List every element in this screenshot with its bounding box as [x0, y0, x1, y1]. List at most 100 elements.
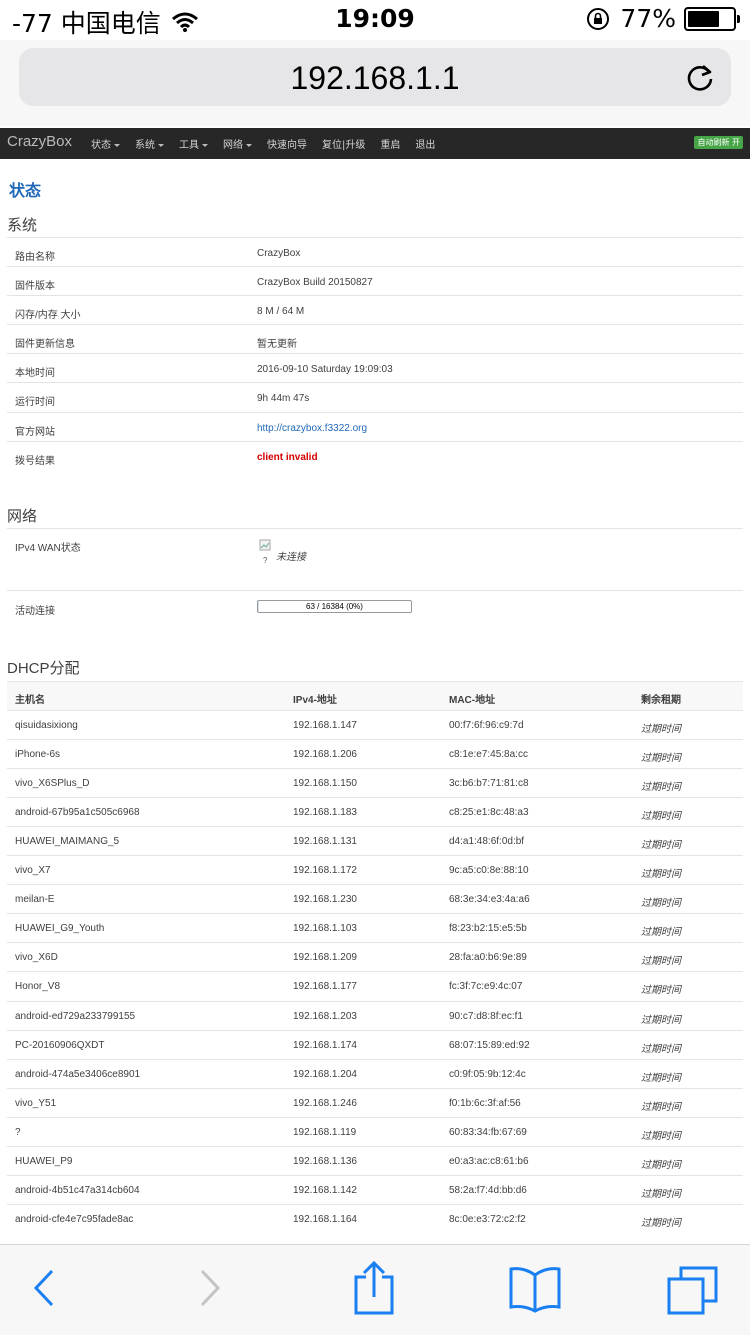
nav-menu: 状态 系统 工具 网络 快速向导 复位|升级 重启 退出 [91, 136, 450, 151]
table-row: android-4b51c47a314cb604 192.168.1.142 58:… [7, 1175, 743, 1205]
cell-lease: 过期时间 [641, 1044, 681, 1055]
system-row: 闪存/内存 大小 8 M / 64 M [7, 295, 743, 325]
system-row: 固件更新信息 暂无更新 [7, 324, 743, 354]
bookmarks-icon[interactable] [508, 1265, 562, 1313]
forward-icon[interactable] [198, 1265, 224, 1311]
table-row: ? 192.168.1.119 60:83:34:fb:67:69 过期时间 [7, 1117, 743, 1147]
browser-toolbar [0, 1244, 750, 1335]
cell-ipv4: 192.168.1.209 [293, 952, 357, 963]
cell-lease: 过期时间 [641, 840, 681, 851]
active-connections-row: 活动连接 63 / 16384 (0%) [7, 590, 743, 619]
official-site-link[interactable]: http://crazybox.f3322.org [257, 423, 367, 434]
tabs-icon[interactable] [666, 1265, 720, 1315]
cell-hostname: PC-20160906QXDT [15, 1040, 105, 1051]
router-navbar: CrazyBox 状态 系统 工具 网络 快速向导 复位|升级 重启 退出 自动… [0, 128, 750, 159]
cell-ipv4: 192.168.1.203 [293, 1011, 357, 1022]
cell-mac: f0:1b:6c:3f:af:56 [449, 1098, 521, 1109]
cell-hostname: HUAWEI_P9 [15, 1156, 73, 1167]
reload-icon[interactable] [685, 62, 715, 92]
cell-hostname: HUAWEI_G9_Youth [15, 923, 105, 934]
nav-item-logout[interactable]: 退出 [415, 136, 435, 151]
cell-lease: 过期时间 [641, 1073, 681, 1084]
cell-lease: 过期时间 [641, 956, 681, 967]
cell-ipv4: 192.168.1.119 [293, 1127, 357, 1138]
cell-lease: 过期时间 [641, 927, 681, 938]
system-section-title: 系统 [7, 217, 38, 234]
cell-ipv4: 192.168.1.174 [293, 1040, 357, 1051]
cell-mac: 60:83:34:fb:67:69 [449, 1127, 527, 1138]
battery-area: 77% [586, 4, 740, 33]
cell-hostname: vivo_X7 [15, 865, 51, 876]
cell-ipv4: 192.168.1.147 [293, 720, 357, 731]
cell-ipv4: 192.168.1.246 [293, 1098, 357, 1109]
table-row: android-67b95a1c505c6968 192.168.1.183 c8:… [7, 797, 743, 827]
cell-hostname: android-474a5e3406ce8901 [15, 1069, 141, 1080]
cell-hostname: qisuidasixiong [15, 720, 78, 731]
table-row: android-474a5e3406ce8901 192.168.1.204 c0:… [7, 1059, 743, 1089]
page-title: 状态 [9, 183, 42, 200]
cell-hostname: android-ed729a233799155 [15, 1011, 136, 1022]
table-row: vivo_X6D 192.168.1.209 28:fa:a0:b6:9e:89 过期… [7, 942, 743, 972]
nav-item-reset-upgrade[interactable]: 复位|升级 [322, 136, 365, 151]
nav-item-system[interactable]: 系统 [135, 136, 164, 151]
table-row: android-ed729a233799155 192.168.1.203 90:c… [7, 1001, 743, 1031]
table-row: vivo_X7 192.168.1.172 9c:a5:c0:8e:88:10 过期时… [7, 855, 743, 885]
cell-hostname: Honor_V8 [15, 981, 61, 992]
back-icon[interactable] [30, 1265, 56, 1311]
nav-item-tools[interactable]: 工具 [179, 136, 208, 151]
cell-lease: 过期时间 [641, 1189, 681, 1200]
nav-item-wizard[interactable]: 快速向导 [267, 136, 307, 151]
url-text[interactable]: 192.168.1.1 [19, 60, 731, 97]
table-row: HUAWEI_G9_Youth 192.168.1.103 f8:23:b2:15:… [7, 913, 743, 943]
address-bar-area: 192.168.1.1 [0, 40, 750, 126]
cell-mac: c8:1e:e7:45:8a:cc [449, 749, 528, 760]
cell-hostname: vivo_X6SPlus_D [15, 778, 90, 789]
wan-icon-fallback: ? [263, 556, 268, 565]
cell-lease: 过期时间 [641, 1218, 681, 1229]
table-row: qisuidasixiong 192.168.1.147 00:f7:6f:96:c… [7, 710, 743, 740]
table-row: vivo_X6SPlus_D 192.168.1.150 3c:b6:b7:71:8… [7, 768, 743, 798]
cell-mac: d4:a1:48:6f:0d:bf [449, 836, 525, 847]
cell-hostname: android-67b95a1c505c6968 [15, 807, 140, 818]
table-row: iPhone-6s 192.168.1.206 c8:1e:e7:45:8a:cc 过… [7, 739, 743, 769]
system-row: 运行时间 9h 44m 47s [7, 382, 743, 413]
nav-item-status[interactable]: 状态 [91, 136, 120, 151]
col-mac: MAC-地址 [449, 695, 496, 706]
orientation-lock-icon [587, 7, 610, 30]
cell-ipv4: 192.168.1.142 [293, 1185, 357, 1196]
cell-ipv4: 192.168.1.103 [293, 923, 357, 934]
dhcp-section-title: DHCP分配 [7, 660, 80, 677]
share-icon[interactable] [352, 1261, 396, 1315]
dial-result: client invalid [257, 452, 318, 463]
cell-ipv4: 192.168.1.204 [293, 1069, 357, 1080]
battery-icon [684, 6, 740, 31]
auto-refresh-toggle[interactable]: 自动刷新 开 [694, 136, 743, 149]
table-row: HUAWEI_MAIMANG_5 192.168.1.131 d4:a1:48:6f… [7, 826, 743, 856]
table-row: Honor_V8 192.168.1.177 fc:3f:7c:e9:4c:07 过期… [7, 971, 743, 1001]
cell-ipv4: 192.168.1.136 [293, 1156, 357, 1167]
cell-lease: 过期时间 [641, 1131, 681, 1142]
system-row: 拨号结果 client invalid [7, 441, 743, 471]
brand-logo[interactable]: CrazyBox [7, 133, 72, 150]
network-section-title: 网络 [7, 508, 38, 525]
cell-mac: 9c:a5:c0:8e:88:10 [449, 865, 529, 876]
cell-ipv4: 192.168.1.172 [293, 865, 357, 876]
nav-item-network[interactable]: 网络 [223, 136, 252, 151]
cell-ipv4: 192.168.1.150 [293, 778, 357, 789]
battery-percent: 77% [620, 4, 676, 33]
cell-ipv4: 192.168.1.131 [293, 836, 357, 847]
cell-hostname: vivo_Y51 [15, 1098, 57, 1109]
cell-hostname: android-4b51c47a314cb604 [15, 1185, 140, 1196]
address-bar[interactable]: 192.168.1.1 [19, 48, 731, 106]
col-hostname: 主机名 [15, 695, 45, 706]
table-row: android-cfe4e7c95fade8ac 192.168.1.164 8c:… [7, 1204, 743, 1234]
connections-progress: 63 / 16384 (0%) [257, 600, 412, 613]
nav-item-reboot[interactable]: 重启 [380, 136, 400, 151]
system-row: 本地时间 2016-09-10 Saturday 19:09:03 [7, 353, 743, 383]
cell-ipv4: 192.168.1.183 [293, 807, 357, 818]
dhcp-table-header: 主机名 IPv4-地址 MAC-地址 剩余租期 [7, 681, 743, 710]
cell-ipv4: 192.168.1.206 [293, 749, 357, 760]
cell-mac: c0:9f:05:9b:12:4c [449, 1069, 526, 1080]
cell-mac: f8:23:b2:15:e5:5b [449, 923, 527, 934]
cell-mac: c8:25:e1:8c:48:a3 [449, 807, 529, 818]
